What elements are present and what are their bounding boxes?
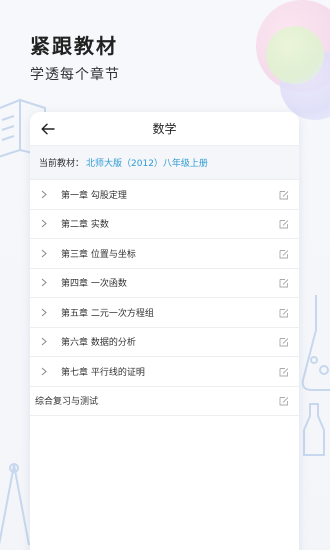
chapter-item[interactable]: 第二章 实数 [30,210,299,239]
decor-bottle-icon [303,403,325,456]
edit-icon[interactable] [278,337,289,348]
chevron-right-icon [39,366,49,376]
chapter-label: 第三章 位置与坐标 [61,249,136,260]
chapter-item[interactable]: 第一章 勾股定理 [30,180,299,210]
edit-icon[interactable] [278,278,289,289]
card-title: 数学 [152,122,177,136]
edit-icon[interactable] [278,189,289,200]
decor-compass-icon [0,463,30,546]
review-label: 综合复习与测试 [35,397,99,408]
chapter-card: 数学 当前教材： 北师大版（2012）八年级上册 第一章 勾股定理 第二章 实数 [30,112,299,550]
review-item[interactable]: 综合复习与测试 [30,387,299,416]
hero-title: 紧跟教材 [30,34,118,58]
screen: 紧跟教材 学透每个章节 数学 当前教材： 北师大版（2012）八年级上册 第一章… [0,0,330,550]
chevron-right-icon [39,278,49,288]
chapter-item[interactable]: 第七章 平行线的证明 [30,357,299,387]
chapter-item[interactable]: 第三章 位置与坐标 [30,239,299,269]
back-button[interactable] [36,117,60,141]
chevron-right-icon [39,307,49,317]
edit-icon[interactable] [278,396,289,407]
chevron-right-icon [39,189,49,199]
decor-flask-icon [301,295,330,391]
edit-icon[interactable] [278,248,289,259]
textbook-label: 当前教材： [39,159,85,169]
chapter-label: 第六章 数据的分析 [61,338,136,349]
current-textbook-bar: 当前教材： 北师大版（2012）八年级上册 [30,146,299,180]
chevron-right-icon [39,337,49,347]
chapter-label: 第七章 平行线的证明 [61,367,145,378]
chapter-list: 第一章 勾股定理 第二章 实数 第三章 位置与坐标 第四章 一次函数 第五章 二… [30,180,299,416]
textbook-selector[interactable]: 北师大版（2012）八年级上册 [86,156,208,169]
edit-icon[interactable] [278,366,289,377]
chapter-label: 第四章 一次函数 [61,279,127,290]
decor-bubble-green [266,26,324,84]
card-header: 数学 [30,112,299,146]
chapter-label: 第五章 二元一次方程组 [61,308,154,319]
chapter-item[interactable]: 第五章 二元一次方程组 [30,298,299,328]
edit-icon[interactable] [278,219,289,230]
edit-icon[interactable] [278,307,289,318]
chapter-item[interactable]: 第六章 数据的分析 [30,328,299,357]
chapter-label: 第一章 勾股定理 [61,190,127,201]
hero-subtitle: 学透每个章节 [30,67,120,83]
arrow-left-icon [41,123,55,135]
chevron-right-icon [39,219,49,229]
chapter-label: 第二章 实数 [61,220,109,231]
chapter-item[interactable]: 第四章 一次函数 [30,269,299,298]
chevron-right-icon [39,248,49,258]
